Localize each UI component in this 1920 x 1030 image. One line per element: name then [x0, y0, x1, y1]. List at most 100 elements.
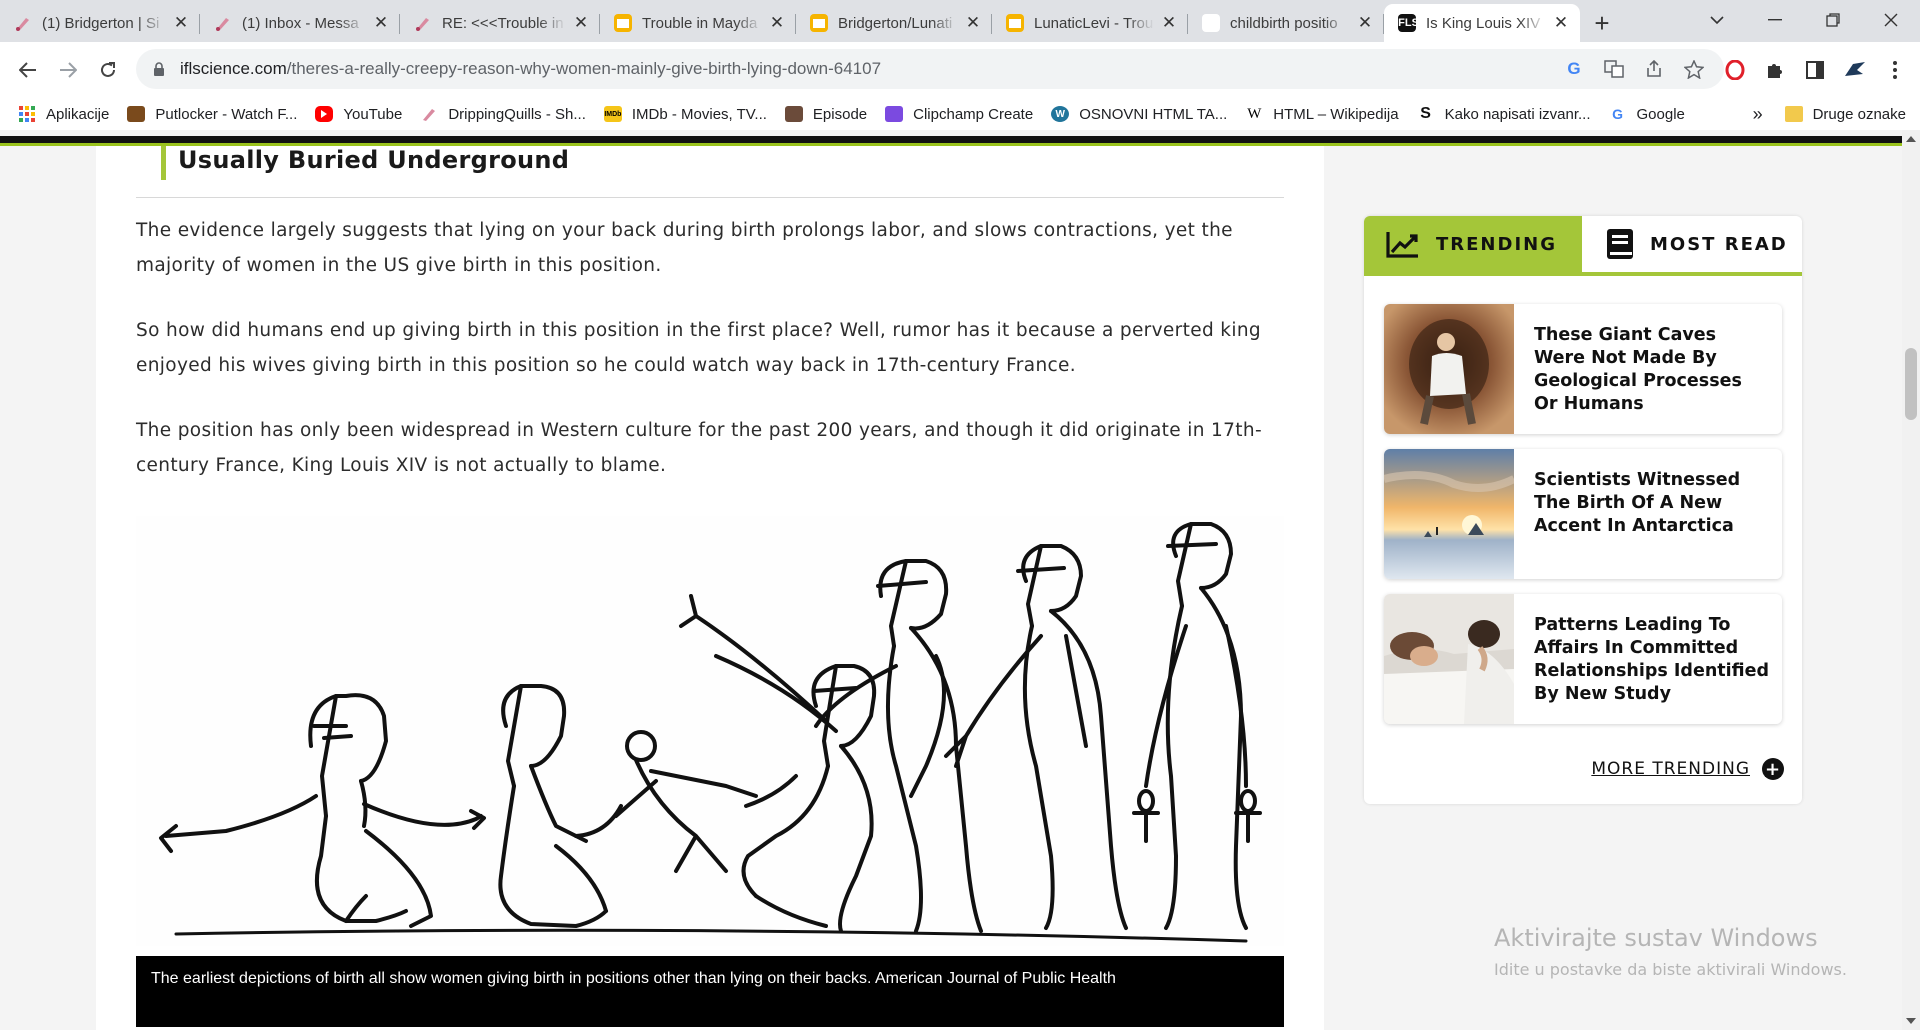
close-tab-icon[interactable]: ✕ [964, 13, 982, 32]
browser-tab[interactable]: RE: <<<Trouble in ✕ [400, 4, 600, 42]
egyptian-birth-drawing [159, 522, 1262, 943]
section-heading: Usually Buried Underground [178, 146, 570, 174]
bookmark-item[interactable]: Clipchamp Create [885, 106, 1033, 123]
extensions-puzzle-icon[interactable] [1760, 55, 1790, 85]
new-tab-button[interactable]: + [1580, 4, 1624, 42]
youtube-icon [315, 106, 334, 122]
divider [136, 197, 1284, 198]
s-icon: S [1420, 105, 1431, 122]
bookmark-item[interactable]: S Kako napisati izvanr... [1417, 105, 1590, 123]
profile-avatar-icon[interactable] [1840, 55, 1870, 85]
bookmark-item[interactable]: YouTube [315, 106, 402, 123]
close-tab-icon[interactable]: ✕ [172, 13, 190, 32]
site-header-strip [0, 136, 1902, 146]
forward-button[interactable] [48, 50, 88, 90]
close-tab-icon[interactable]: ✕ [1356, 13, 1374, 32]
close-tab-icon[interactable]: ✕ [768, 13, 786, 32]
heading-accent-bar [161, 146, 166, 180]
windows-activation-watermark: Aktivirajte sustav Windows Idite u posta… [1494, 924, 1847, 979]
bookmarks-overflow-button[interactable]: » [1753, 104, 1763, 125]
antarctica-sunset-thumbnail [1384, 449, 1514, 579]
close-tab-icon[interactable]: ✕ [572, 13, 590, 32]
trending-card[interactable]: Scientists Witnessed The Birth Of A New … [1384, 449, 1782, 579]
card-title: Scientists Witnessed The Birth Of A New … [1534, 470, 1741, 536]
close-window-icon[interactable] [1862, 0, 1920, 40]
browser-tab-active[interactable]: IFLS Is King Louis XIV ✕ [1384, 4, 1580, 42]
address-bar[interactable]: iflscience.com/theres-a-really-creepy-re… [136, 49, 1724, 89]
bookmark-item[interactable]: Putlocker - Watch F... [127, 106, 297, 123]
wordpress-icon: W [1051, 106, 1070, 122]
share-icon[interactable] [1642, 57, 1666, 81]
bookmark-item[interactable]: W HTML – Wikipedija [1245, 106, 1398, 123]
drippingquills-icon [414, 14, 432, 32]
figure-standing-woman-with-ankh [1132, 522, 1262, 930]
browser-tab[interactable]: (1) Bridgerton | Si ✕ [0, 4, 200, 42]
google-lens-icon[interactable]: G [1562, 57, 1586, 81]
url-host: iflscience.com [180, 59, 287, 78]
tab-strip: (1) Bridgerton | Si ✕ (1) Inbox - Messa … [0, 0, 1920, 42]
reload-button[interactable] [88, 50, 128, 90]
clipchamp-icon [885, 106, 904, 122]
article-paragraph: The position has only been widespread in… [136, 420, 1262, 476]
restore-icon[interactable] [1804, 0, 1862, 40]
scroll-up-arrow-icon[interactable] [1906, 136, 1916, 142]
bookmarks-bar: Aplikacije Putlocker - Watch F... YouTub… [0, 98, 1920, 130]
card-title: These Giant Caves Were Not Made By Geolo… [1534, 325, 1742, 414]
trending-card[interactable]: These Giant Caves Were Not Made By Geolo… [1384, 304, 1782, 434]
lock-icon[interactable] [152, 62, 166, 76]
browser-tab[interactable]: LunaticLevi - Trou ✕ [992, 4, 1188, 42]
figure-standing-attendant [944, 544, 1128, 930]
card-title: Patterns Leading To Affairs In Committed… [1534, 615, 1770, 704]
bookmark-item[interactable]: W OSNOVNI HTML TA... [1051, 106, 1227, 123]
side-panel-icon[interactable] [1800, 55, 1830, 85]
figure-birthing-woman-center [679, 594, 877, 933]
drippingquills-icon [214, 14, 232, 32]
bookmark-item[interactable]: Episode [784, 106, 867, 123]
article-paragraph: The evidence largely suggests that lying… [136, 220, 1233, 276]
bookmark-star-icon[interactable] [1682, 57, 1706, 81]
putlocker-icon [127, 106, 146, 122]
article-figure [136, 516, 1284, 946]
bookmark-item[interactable]: G Google [1609, 106, 1685, 123]
apps-grid-icon [18, 106, 36, 122]
trending-card[interactable]: Patterns Leading To Affairs In Committed… [1384, 594, 1782, 724]
close-tab-icon[interactable]: ✕ [1552, 13, 1570, 32]
opera-extension-icon[interactable] [1720, 55, 1750, 85]
tab-most-read[interactable]: MOST READ [1582, 216, 1802, 272]
menu-kebab-icon[interactable] [1880, 55, 1910, 85]
tab-search-icon[interactable] [1688, 0, 1746, 40]
google-slides-icon [614, 14, 632, 32]
trending-chart-icon [1386, 232, 1418, 258]
widget-tabs: TRENDING MOST READ [1364, 216, 1802, 276]
bookmark-item[interactable]: DrippingQuills - Sh... [420, 106, 586, 123]
translate-icon[interactable] [1602, 57, 1626, 81]
other-bookmarks-folder[interactable]: Druge oznake [1784, 106, 1906, 123]
minimize-icon[interactable] [1746, 0, 1804, 40]
browser-tab[interactable]: Bridgerton/Lunati ✕ [796, 4, 992, 42]
episode-icon [784, 106, 803, 122]
bookmark-item[interactable]: Aplikacije [18, 106, 109, 123]
trending-widget: TRENDING MOST READ These Giant Caves Wer… [1364, 216, 1802, 804]
cave-thumbnail [1384, 304, 1514, 434]
plus-circle-icon: + [1762, 758, 1784, 780]
more-trending-link[interactable]: MORE TRENDING + [1591, 758, 1784, 780]
scrollbar-thumb[interactable] [1905, 348, 1917, 420]
google-icon: G [1612, 106, 1623, 122]
close-tab-icon[interactable]: ✕ [1160, 13, 1178, 32]
browser-tab[interactable]: Trouble in Mayda ✕ [600, 4, 796, 42]
google-icon: G [1202, 14, 1220, 32]
url-path: /theres-a-really-creepy-reason-why-women… [286, 59, 882, 78]
close-tab-icon[interactable]: ✕ [372, 13, 390, 32]
tab-trending[interactable]: TRENDING [1364, 216, 1582, 272]
page-scrollbar[interactable] [1902, 130, 1920, 1030]
iflscience-icon: IFLS [1395, 14, 1419, 32]
scroll-down-arrow-icon[interactable] [1906, 1018, 1916, 1024]
drippingquills-icon [420, 106, 438, 122]
bookmark-item[interactable]: IMDb IMDb - Movies, TV... [603, 106, 767, 123]
imdb-icon: IMDb [603, 106, 622, 122]
figure-caption: The earliest depictions of birth all sho… [136, 956, 1284, 1027]
browser-tab[interactable]: G childbirth positio ✕ [1188, 4, 1384, 42]
browser-tab[interactable]: (1) Inbox - Messa ✕ [200, 4, 400, 42]
window-controls [1688, 0, 1920, 42]
back-button[interactable] [8, 50, 48, 90]
